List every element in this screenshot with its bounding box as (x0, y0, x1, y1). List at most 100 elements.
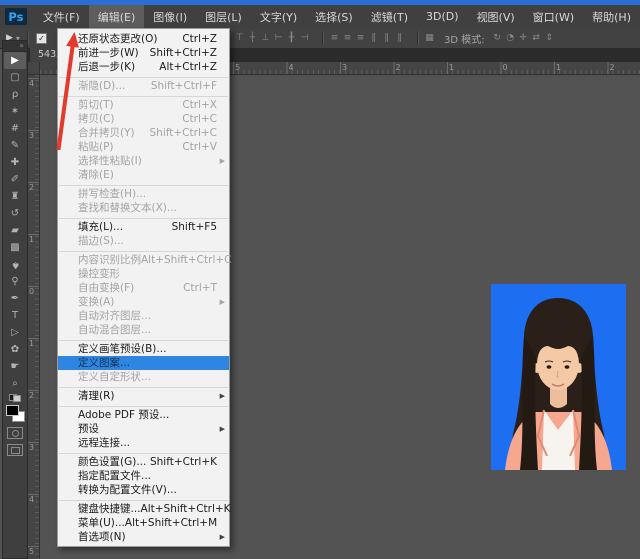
id-photo-document[interactable] (491, 284, 626, 470)
lasso-tool[interactable]: ρ (4, 86, 26, 103)
menu-bar-item[interactable]: 文件(F) (34, 5, 89, 29)
edit-menu-item[interactable]: 清理(R) (58, 389, 229, 403)
edit-menu-item[interactable]: 拷贝(C) Ctrl+C (58, 112, 229, 126)
distribute-top-edges-icon[interactable]: ≡ (328, 33, 341, 43)
distribute-vertical-centers-icon[interactable]: ≡ (341, 33, 354, 43)
options-divider (417, 31, 419, 45)
align-top-edges-icon[interactable]: ⊤ (233, 33, 246, 43)
menu-bar-item[interactable]: 选择(S) (306, 5, 362, 29)
marquee-tool[interactable]: ▢ (4, 69, 26, 86)
edit-menu-item[interactable]: 定义图案... (58, 356, 229, 370)
menu-item-label: 定义自定形状... (78, 370, 151, 384)
pen-tool[interactable]: ✒ (4, 290, 26, 307)
edit-menu-item[interactable]: 还原状态更改(O) Ctrl+Z (58, 32, 229, 46)
dodge-tool[interactable]: ⚲ (4, 273, 26, 290)
align-right-edges-icon[interactable]: ⊣ (298, 33, 311, 43)
edit-menu-item[interactable]: 描边(S)... (58, 234, 229, 248)
menu-bar-item[interactable]: 帮助(H) (583, 5, 640, 29)
menu-bar-item[interactable]: 编辑(E) (89, 5, 145, 29)
edit-menu-item[interactable]: 自动混合图层... (58, 323, 229, 337)
edit-menu-item[interactable]: 合并拷贝(Y) Shift+Ctrl+C (58, 126, 229, 140)
edit-menu-item[interactable]: 剪切(T) Ctrl+X (58, 98, 229, 112)
edit-menu-item[interactable]: 定义画笔预设(B)... (58, 342, 229, 356)
edit-menu-item[interactable]: 清除(E) (58, 168, 229, 182)
menu-bar-item[interactable]: 图像(I) (144, 5, 196, 29)
edit-menu-item[interactable]: 查找和替换文本(X)... (58, 201, 229, 215)
edit-menu-item[interactable]: 颜色设置(G)... Shift+Ctrl+K (58, 455, 229, 469)
menu-item-label: 后退一步(K) (78, 60, 135, 74)
gradient-tool[interactable]: ▩ (4, 239, 26, 256)
edit-menu-item[interactable]: 操控变形 (58, 267, 229, 281)
history-brush-tool[interactable]: ↺ (4, 205, 26, 222)
edit-menu-item[interactable]: 变换(A) (58, 295, 229, 309)
menu-item-label: 剪切(T) (78, 98, 114, 112)
edit-menu-item[interactable]: 转换为配置文件(V)... (58, 483, 229, 497)
distribute-horizontal-centers-icon[interactable]: ∥ (380, 33, 393, 43)
edit-menu-item[interactable]: 粘贴(P) Ctrl+V (58, 140, 229, 154)
crop-tool[interactable]: # (4, 120, 26, 137)
menu-item-shortcut: Alt+Ctrl+Z (159, 60, 225, 74)
eyedropper-tool[interactable]: ✎ (4, 137, 26, 154)
tools-panel-collapse-button[interactable]: » (3, 41, 27, 52)
align-vertical-centers-icon[interactable]: ┼ (246, 33, 259, 43)
auto-select-checkbox[interactable]: ✓ (36, 33, 47, 44)
edit-menu-item[interactable]: 内容识别比例 Alt+Shift+Ctrl+C (58, 253, 229, 267)
blur-tool[interactable]: ♠ (4, 256, 26, 273)
menu-bar-item[interactable]: 滤镜(T) (362, 5, 417, 29)
menu-bar-item[interactable]: 图层(L) (196, 5, 251, 29)
edit-menu-item[interactable]: 自动对齐图层... (58, 309, 229, 323)
menu-item-label: 定义图案... (78, 356, 130, 370)
align-left-edges-icon[interactable]: ⊢ (272, 33, 285, 43)
edit-menu-item[interactable]: 远程连接... (58, 436, 229, 450)
edit-menu-item[interactable]: 填充(L)... Shift+F5 (58, 220, 229, 234)
align-horizontal-centers-icon[interactable]: ╂ (285, 33, 298, 43)
ruler-tick-label: 1 (449, 62, 503, 73)
healing-brush-tool[interactable]: ✚ (4, 154, 26, 171)
menu-item-label: 拼写检查(H)... (78, 187, 146, 201)
menu-item-label: 指定配置文件... (78, 469, 151, 483)
3d-slide-icon[interactable]: ⇄ (530, 33, 543, 43)
menu-bar-item[interactable]: 窗口(W) (524, 5, 583, 29)
path-selection-tool[interactable]: ▷ (4, 324, 26, 341)
edit-menu-item[interactable]: 自由变换(F) Ctrl+T (58, 281, 229, 295)
distribute-bottom-edges-icon[interactable]: ≡ (354, 33, 367, 43)
brush-tool[interactable]: ✐ (4, 171, 26, 188)
clone-stamp-tool[interactable]: ♜ (4, 188, 26, 205)
menu-item-shortcut: Alt+Shift+Ctrl+C (141, 253, 240, 267)
edit-menu-item[interactable]: 后退一步(K) Alt+Ctrl+Z (58, 60, 229, 74)
3d-orbit-icon[interactable]: ↻ (491, 33, 504, 43)
edit-menu-item[interactable]: 渐隐(D)... Shift+Ctrl+F (58, 79, 229, 93)
magic-wand-tool[interactable]: ✶ (4, 103, 26, 120)
screen-mode-button[interactable] (7, 444, 23, 456)
distribute-left-edges-icon[interactable]: ∥ (367, 33, 380, 43)
edit-menu-item[interactable]: Adobe PDF 预设... (58, 408, 229, 422)
align-bottom-edges-icon[interactable]: ⊥ (259, 33, 272, 43)
edit-menu-item[interactable]: 前进一步(W) Shift+Ctrl+Z (58, 46, 229, 60)
3d-pan-icon[interactable]: ✛ (517, 33, 530, 43)
edit-menu-item[interactable]: 定义自定形状... (58, 370, 229, 384)
zoom-tool[interactable]: ⌕ (4, 375, 26, 392)
move-tool[interactable]: ▶ (4, 52, 26, 69)
auto-align-layers-icon[interactable]: ▦ (423, 33, 436, 43)
menu-bar-item[interactable]: 视图(V) (468, 5, 524, 29)
edit-menu-item[interactable]: 首选项(N) (58, 530, 229, 544)
edit-menu-item[interactable]: 键盘快捷键... Alt+Shift+Ctrl+K (58, 502, 229, 516)
menu-item-shortcut: Shift+Ctrl+C (150, 126, 225, 140)
default-colors-icon[interactable] (9, 394, 21, 402)
edit-menu-item[interactable]: 预设 (58, 422, 229, 436)
eraser-tool[interactable]: ▰ (4, 222, 26, 239)
distribute-right-edges-icon[interactable]: ∥ (393, 33, 406, 43)
edit-menu-item[interactable]: 选择性粘贴(I) (58, 154, 229, 168)
foreground-color-swatch[interactable] (6, 405, 19, 416)
menu-bar-item[interactable]: 文字(Y) (251, 5, 306, 29)
edit-menu-item[interactable]: 菜单(U)... Alt+Shift+Ctrl+M (58, 516, 229, 530)
edit-menu-item[interactable]: 拼写检查(H)... (58, 187, 229, 201)
hand-tool[interactable]: ☛ (4, 358, 26, 375)
custom-shape-tool[interactable]: ✿ (4, 341, 26, 358)
3d-scale-icon[interactable]: ⇕ (543, 33, 556, 43)
3d-roll-icon[interactable]: ◔ (504, 33, 517, 43)
quick-mask-button[interactable] (7, 427, 23, 439)
type-tool[interactable]: T (4, 307, 26, 324)
edit-menu-item[interactable]: 指定配置文件... (58, 469, 229, 483)
menu-bar-item[interactable]: 3D(D) (417, 6, 468, 27)
